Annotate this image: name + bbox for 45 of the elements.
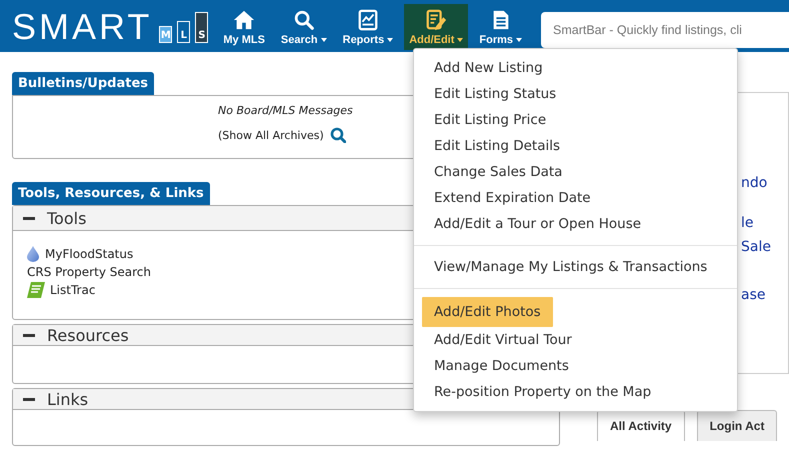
nav-button[interactable]: Add/Edit (404, 4, 468, 50)
menu-item[interactable]: Add New Listing (422, 55, 555, 81)
logo-wordmark: SMART (12, 11, 152, 43)
tool-link[interactable]: MyFloodStatus (45, 247, 134, 261)
logo-letter-tile: M (159, 26, 172, 43)
section-title[interactable]: Tools (47, 208, 86, 228)
activity-tab[interactable]: All Activity (597, 410, 685, 441)
nav-button[interactable]: Reports (338, 4, 398, 50)
listing-link[interactable]: ndo (741, 175, 768, 191)
activity-tab[interactable]: Login Act (696, 410, 778, 441)
listing-link[interactable]: ase (741, 287, 766, 303)
collapse-icon[interactable] (23, 334, 35, 336)
menu-item[interactable]: Manage Documents (422, 353, 581, 379)
menu-item[interactable]: Change Sales Data (422, 159, 574, 185)
bulletin-message: No Board/MLS Messages (218, 104, 354, 117)
water-drop-icon (27, 246, 39, 262)
smartbar-search-field[interactable]: SmartBar - Quickly find listings, cli (541, 12, 789, 48)
menu-item[interactable]: Re-position Property on the Map (422, 379, 664, 405)
search-icon (330, 127, 346, 143)
logo-letter-tile: L (177, 21, 190, 43)
menu-item[interactable]: View/Manage My Listings & Transactions (422, 254, 720, 280)
search-icon (292, 9, 315, 31)
menu-item[interactable]: Add/Edit Photos (422, 297, 553, 327)
collapse-icon[interactable] (23, 216, 35, 220)
menu-item[interactable]: Add/Edit a Tour or Open House (422, 211, 654, 237)
listing-link[interactable]: Sale (741, 239, 771, 255)
menu-item[interactable]: Edit Listing Status (422, 81, 568, 107)
section-title[interactable]: Links (47, 390, 88, 408)
document-pencil-icon (425, 9, 448, 31)
nav-button[interactable]: My MLS (218, 4, 270, 50)
note-icon (27, 281, 45, 299)
section-title[interactable]: Resources (47, 326, 129, 344)
menu-item[interactable]: Add/Edit Virtual Tour (422, 327, 584, 353)
menu-item[interactable]: Edit Listing Details (422, 133, 572, 159)
tool-link[interactable]: ListTrac (50, 283, 96, 297)
menu-item[interactable]: Extend Expiration Date (422, 185, 603, 211)
collapse-icon[interactable] (23, 398, 35, 400)
nav-button[interactable]: Search (276, 4, 332, 50)
chart-report-icon (356, 9, 379, 31)
menu-item[interactable]: Edit Listing Price (422, 107, 558, 133)
tool-link[interactable]: CRS Property Search (27, 265, 151, 279)
listing-link[interactable]: le (741, 215, 754, 231)
archives-link[interactable]: (Show All Archives) (218, 128, 324, 142)
house-icon (233, 9, 256, 31)
logo-letter-tile: S (195, 12, 208, 43)
